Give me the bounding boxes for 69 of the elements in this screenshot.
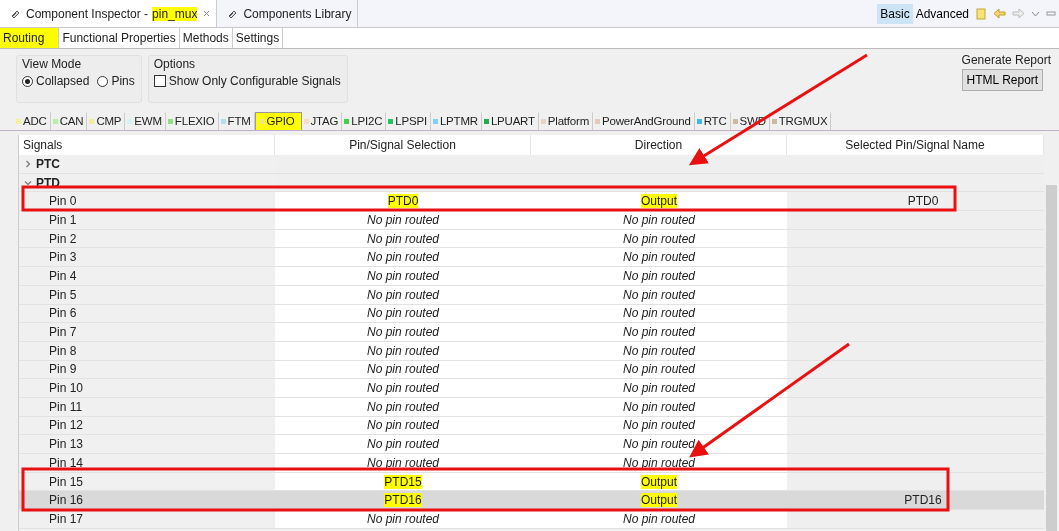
mode-toggle[interactable]: Advanced	[912, 3, 972, 24]
tab[interactable]: Routing	[0, 28, 60, 48]
signal-name: Pin 7	[49, 325, 77, 340]
pin-selection[interactable]: PTD16	[384, 493, 422, 508]
category-tab[interactable]: CAN	[50, 112, 88, 130]
category-tab[interactable]: FLEXIO	[165, 112, 219, 130]
signal-name: Pin 3	[49, 250, 77, 265]
html-report-button[interactable]: HTML Report	[961, 69, 1044, 91]
tab[interactable]: Functional Properties	[59, 28, 180, 48]
signal-name: Pin 12	[49, 418, 84, 433]
category-tab[interactable]: LPI2C	[342, 112, 387, 130]
expander-icon[interactable]	[24, 178, 32, 187]
signal-name: Pin 2	[49, 231, 77, 246]
signal-name: Pin 5	[49, 287, 77, 302]
forward-arrow-icon[interactable]	[1012, 8, 1025, 19]
direction[interactable]: Output	[641, 194, 677, 209]
group-name: PTC	[36, 156, 60, 171]
pin-selection[interactable]: PTD0	[387, 194, 419, 209]
signal-name: Pin 16	[49, 493, 84, 508]
signal-name: Pin 0	[49, 194, 77, 209]
radio-circle[interactable]	[22, 75, 33, 87]
view-tab[interactable]: Component Inspector - pin_mux	[0, 0, 218, 27]
view-menu-icon[interactable]	[1031, 10, 1040, 17]
tab[interactable]: Settings	[232, 28, 284, 48]
close-icon[interactable]	[203, 10, 211, 17]
signal-name: Pin 14	[49, 455, 84, 470]
category-tab[interactable]: FTM	[218, 112, 255, 130]
signal-name: Pin 13	[49, 437, 84, 452]
group-title: Options	[153, 57, 197, 71]
expander-icon[interactable]	[24, 159, 32, 168]
signal-name: Pin 15	[49, 474, 84, 489]
document-name: pin_mux	[152, 6, 198, 21]
signal-name: Pin 17	[49, 511, 84, 526]
signal-name: Pin 11	[49, 399, 83, 414]
direction[interactable]: Output	[641, 474, 677, 489]
minimize-icon[interactable]	[1046, 10, 1056, 17]
note-icon[interactable]	[975, 7, 987, 20]
signal-name: PTD16	[904, 493, 942, 508]
tab[interactable]: Methods	[179, 28, 233, 48]
signal-name: Pin 8	[49, 343, 77, 358]
group-title: Generate Report	[961, 53, 1051, 67]
pin-selection[interactable]: PTD15	[384, 474, 422, 489]
mode-toggle[interactable]: Basic	[877, 3, 913, 24]
category-tab[interactable]: JTAG	[301, 112, 343, 130]
category-tab[interactable]: Platform	[538, 112, 594, 130]
signal-name: Pin 4	[49, 268, 77, 283]
signal-name: Pin 9	[49, 362, 77, 377]
view-tab[interactable]: Components Library	[217, 0, 359, 27]
category-tab[interactable]: LPUART	[481, 112, 539, 130]
category-tab[interactable]: EWM	[125, 112, 166, 130]
category-tab[interactable]: TRGMUX	[769, 112, 832, 130]
category-tab[interactable]: RTC	[694, 112, 731, 130]
signal-name: Pin 10	[49, 381, 84, 396]
category-tab[interactable]: LPTMR	[430, 112, 482, 130]
radio-circle[interactable]	[97, 75, 109, 87]
back-arrow-icon[interactable]	[993, 8, 1006, 19]
category-tab[interactable]: PowerAndGround	[593, 112, 695, 130]
signal-name: Pin 1	[49, 212, 77, 227]
signal-name: PTD0	[907, 194, 939, 209]
group-title: View Mode	[22, 57, 83, 71]
direction[interactable]: Output	[641, 493, 677, 508]
category-tab[interactable]: LPSPI	[386, 112, 431, 130]
checkbox[interactable]: Show Only Configurable Signals	[153, 74, 341, 88]
radio-button[interactable]: Pins	[97, 74, 135, 88]
radio-button[interactable]: Collapsed	[22, 74, 90, 88]
category-tab[interactable]: ADC	[14, 112, 51, 130]
category-tab[interactable]: CMP	[87, 112, 126, 130]
signal-name: Pin 6	[49, 306, 77, 321]
category-tab[interactable]: GPIO	[254, 112, 302, 130]
